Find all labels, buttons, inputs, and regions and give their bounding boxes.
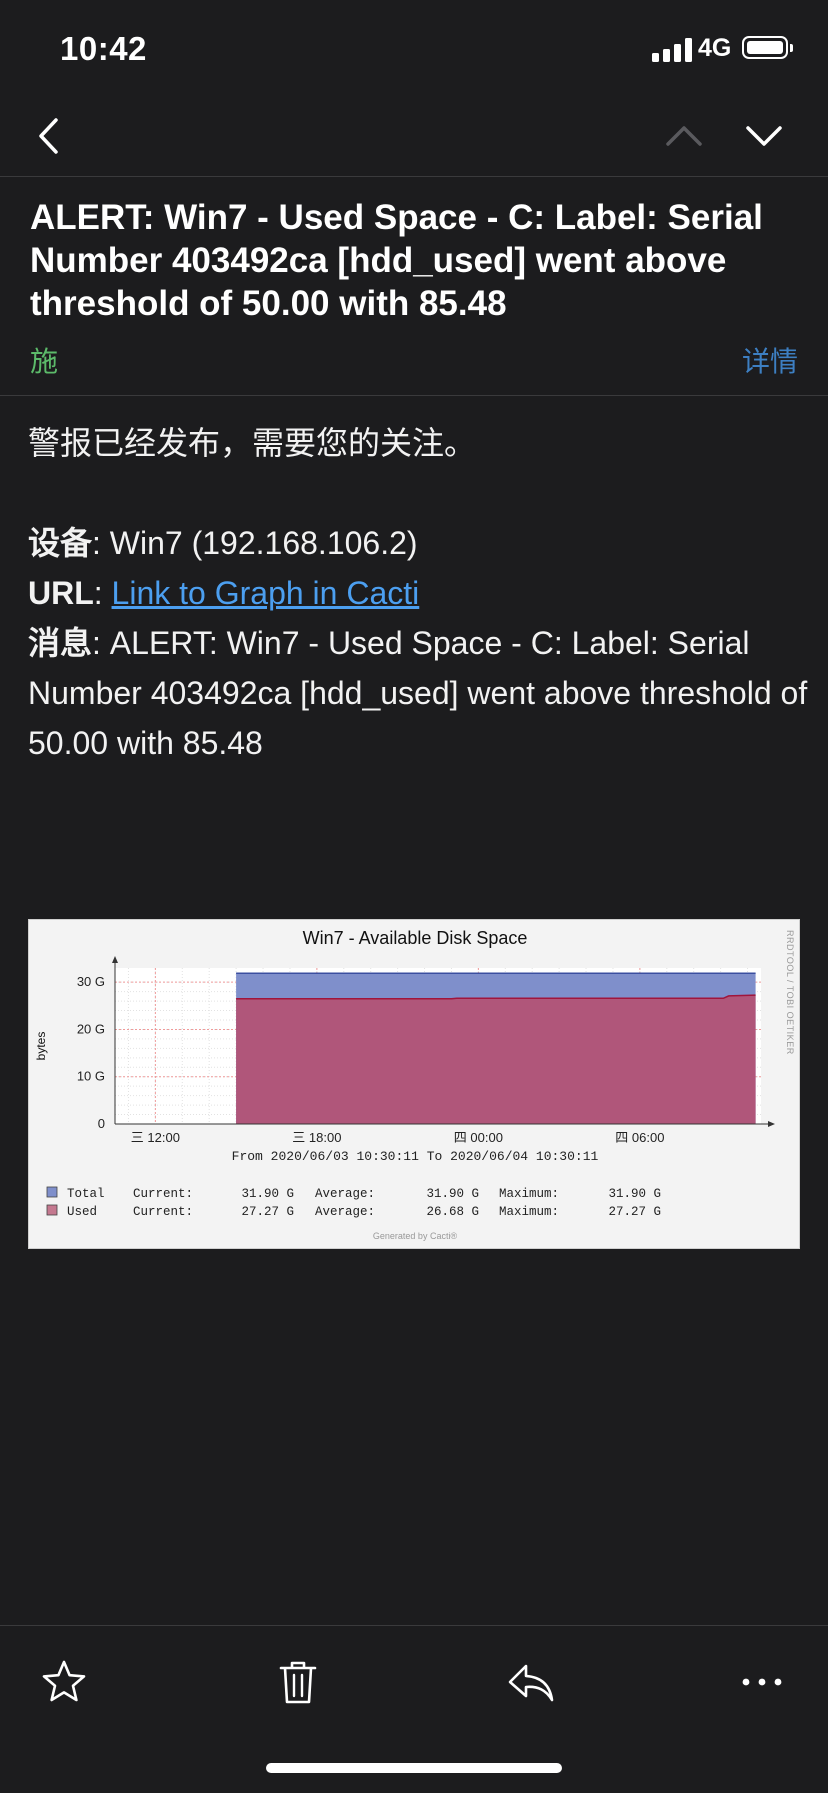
- graph-link[interactable]: Link to Graph in Cacti: [112, 575, 420, 611]
- signal-icon: [652, 38, 692, 62]
- device-value: : Win7 (192.168.106.2): [92, 525, 418, 561]
- x-axis-arrow: [768, 1121, 775, 1127]
- details-link[interactable]: 详情: [742, 340, 798, 380]
- status-time: 10:42: [60, 30, 147, 67]
- legend-maximum-label: Maximum:: [499, 1205, 559, 1219]
- y-tick-label: 30 G: [77, 974, 105, 989]
- reply-icon[interactable]: [504, 1656, 556, 1708]
- legend-swatch-total: [46, 1186, 58, 1198]
- x-tick-label: 三 18:00: [292, 1130, 341, 1145]
- area-used: [236, 995, 756, 1124]
- url-separator: :: [93, 575, 112, 611]
- chevron-up-icon[interactable]: [662, 114, 706, 158]
- y-axis-arrow: [112, 956, 118, 963]
- message-line: 消息: ALERT: Win7 - Used Space - C: Label:…: [28, 618, 808, 768]
- star-icon[interactable]: [38, 1656, 90, 1708]
- legend-current-label: Current:: [133, 1205, 193, 1219]
- email-subject: ALERT: Win7 - Used Space - C: Label: Ser…: [30, 198, 763, 323]
- legend-maximum-label: Maximum:: [499, 1187, 559, 1201]
- legend-current-value: 31.90 G: [241, 1187, 294, 1201]
- cacti-credit: Generated by Cacti®: [373, 1231, 458, 1241]
- message-value: : ALERT: Win7 - Used Space - C: Label: S…: [28, 625, 808, 761]
- legend-swatch-used: [46, 1204, 58, 1216]
- network-label: 4G: [698, 34, 732, 62]
- legend-current-label: Current:: [133, 1187, 193, 1201]
- device-line: 设备: Win7 (192.168.106.2): [28, 518, 808, 568]
- alert-intro: 警报已经发布，需要您的关注。: [28, 425, 477, 461]
- sender-name[interactable]: 施: [30, 340, 58, 380]
- y-tick-label: 0: [98, 1116, 105, 1131]
- legend-average-label: Average:: [315, 1187, 375, 1201]
- legend-maximum-value: 31.90 G: [608, 1187, 661, 1201]
- legend-average-label: Average:: [315, 1205, 375, 1219]
- trash-icon[interactable]: [272, 1656, 324, 1708]
- status-bar: 10:42 4G: [0, 0, 828, 96]
- url-line: URL: Link to Graph in Cacti: [28, 568, 808, 618]
- more-icon[interactable]: [736, 1656, 788, 1708]
- y-tick-label: 10 G: [77, 1069, 105, 1084]
- legend-current-value: 27.27 G: [241, 1205, 294, 1219]
- header-divider: [0, 395, 828, 396]
- battery-icon: [742, 36, 793, 59]
- message-key: 消息: [28, 625, 93, 661]
- y-axis-label: bytes: [34, 1032, 48, 1061]
- alert-info: 设备: Win7 (192.168.106.2) URL: Link to Gr…: [28, 518, 808, 768]
- x-tick-label: 三 12:00: [131, 1130, 180, 1145]
- nav-bar: [0, 96, 828, 177]
- legend-name: Total: [67, 1187, 105, 1201]
- device-key: 设备: [28, 525, 93, 561]
- chart-svg: 0 10 G 20 G 30 G 三 12:00 三 18:00 四 00:00 四 06:0…: [34, 928, 795, 1241]
- date-range-text: From 2020/06/03 10:30:11 To 2020/06/04 1…: [232, 1149, 599, 1164]
- legend-maximum-value: 27.27 G: [608, 1205, 661, 1219]
- y-tick-label: 20 G: [77, 1021, 105, 1036]
- chart-title: Win7 - Available Disk Space: [303, 928, 528, 948]
- legend-name: Used: [67, 1205, 97, 1219]
- legend-average-value: 31.90 G: [426, 1187, 479, 1201]
- home-indicator: [266, 1763, 562, 1773]
- disk-space-graph: 0 10 G 20 G 30 G 三 12:00 三 18:00 四 00:00 四 06:0…: [28, 919, 800, 1249]
- legend-average-value: 26.68 G: [426, 1205, 479, 1219]
- url-key: URL: [28, 575, 94, 611]
- rrdtool-credit: RRDTOOL / TOBI OETIKER: [785, 930, 795, 1055]
- chevron-down-icon[interactable]: [742, 114, 786, 158]
- x-tick-label: 四 00:00: [454, 1130, 503, 1145]
- x-tick-label: 四 06:00: [615, 1130, 664, 1145]
- back-chevron-icon[interactable]: [28, 114, 72, 158]
